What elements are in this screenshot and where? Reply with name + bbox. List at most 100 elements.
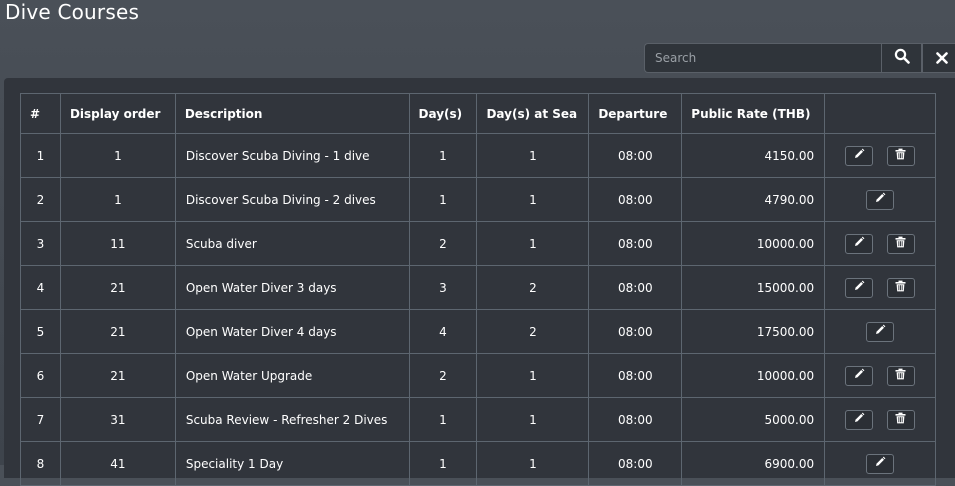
cell-display-order: 21 — [59, 353, 176, 398]
table-row[interactable]: 8 41 Speciality 1 Day 1 1 08:00 6900.00 — [20, 441, 936, 486]
cell-display-order: 41 — [59, 441, 176, 486]
table-row[interactable]: 6 21 Open Water Upgrade 2 1 08:00 10000.… — [20, 353, 936, 398]
cell-description: Open Water Diver 4 days — [174, 309, 410, 354]
edit-button[interactable] — [845, 277, 874, 298]
trash-icon — [895, 412, 906, 427]
pencil-icon — [874, 456, 886, 471]
pencil-icon — [853, 236, 865, 251]
cell-number: 8 — [20, 441, 61, 486]
cell-number: 7 — [20, 397, 61, 442]
pencil-icon — [853, 368, 865, 383]
cell-departure: 08:00 — [588, 177, 683, 222]
cell-actions — [824, 309, 936, 354]
cell-public-rate: 15000.00 — [681, 265, 826, 310]
page-title: Dive Courses — [5, 0, 140, 24]
cell-number: 5 — [20, 309, 61, 354]
cell-public-rate: 6900.00 — [681, 441, 826, 486]
cell-number: 4 — [20, 265, 61, 310]
column-header-display-order[interactable]: Display order — [59, 93, 176, 134]
delete-button[interactable] — [886, 145, 915, 166]
edit-button[interactable] — [845, 365, 874, 386]
search-bar — [644, 43, 955, 73]
table-row[interactable]: 3 11 Scuba diver 2 1 08:00 10000.00 — [20, 221, 936, 266]
cell-number: 1 — [20, 133, 61, 178]
table-row[interactable]: 2 1 Discover Scuba Diving - 2 dives 1 1 … — [20, 177, 936, 222]
cell-display-order: 1 — [59, 177, 176, 222]
close-icon — [936, 49, 948, 68]
cell-description: Scuba diver — [174, 221, 410, 266]
cell-actions — [824, 177, 936, 222]
column-header-description[interactable]: Description — [174, 93, 410, 134]
cell-departure: 08:00 — [588, 265, 683, 310]
cell-departure: 08:00 — [588, 133, 683, 178]
cell-number: 3 — [20, 221, 61, 266]
cell-display-order: 11 — [59, 221, 176, 266]
column-header-days-at-sea[interactable]: Day(s) at Sea — [476, 93, 590, 134]
cell-days: 2 — [408, 221, 478, 266]
cell-days: 2 — [408, 353, 478, 398]
clear-search-button[interactable] — [922, 43, 955, 73]
column-header-number[interactable]: # — [20, 93, 61, 134]
cell-days-at-sea: 1 — [476, 353, 590, 398]
cell-days: 1 — [408, 133, 478, 178]
cell-public-rate: 5000.00 — [681, 397, 826, 442]
table-header-row: # Display order Description Day(s) Day(s… — [20, 93, 936, 134]
table-body: 1 1 Discover Scuba Diving - 1 dive 1 1 0… — [20, 133, 936, 486]
cell-days-at-sea: 2 — [476, 265, 590, 310]
cell-departure: 08:00 — [588, 397, 683, 442]
cell-departure: 08:00 — [588, 221, 683, 266]
cell-actions — [824, 397, 936, 442]
pencil-icon — [853, 412, 865, 427]
cell-actions — [824, 353, 936, 398]
cell-days-at-sea: 1 — [476, 397, 590, 442]
table-row[interactable]: 4 21 Open Water Diver 3 days 3 2 08:00 1… — [20, 265, 936, 310]
pencil-icon — [874, 324, 886, 339]
edit-button[interactable] — [866, 189, 895, 210]
cell-departure: 08:00 — [588, 441, 683, 486]
delete-button[interactable] — [886, 233, 915, 254]
search-input[interactable] — [644, 43, 881, 73]
search-icon — [894, 48, 910, 68]
cell-display-order: 31 — [59, 397, 176, 442]
edit-button[interactable] — [845, 233, 874, 254]
cell-description: Speciality 1 Day — [174, 441, 410, 486]
delete-button[interactable] — [886, 365, 915, 386]
cell-description: Open Water Diver 3 days — [174, 265, 410, 310]
cell-display-order: 21 — [59, 309, 176, 354]
cell-display-order: 1 — [59, 133, 176, 178]
cell-public-rate: 10000.00 — [681, 353, 826, 398]
pencil-icon — [874, 192, 886, 207]
cell-departure: 08:00 — [588, 309, 683, 354]
cell-number: 2 — [20, 177, 61, 222]
cell-days-at-sea: 1 — [476, 177, 590, 222]
cell-actions — [824, 265, 936, 310]
cell-days-at-sea: 1 — [476, 133, 590, 178]
edit-button[interactable] — [866, 453, 895, 474]
column-header-actions — [824, 93, 936, 134]
edit-button[interactable] — [845, 145, 874, 166]
table-row[interactable]: 5 21 Open Water Diver 4 days 4 2 08:00 1… — [20, 309, 936, 354]
search-button[interactable] — [881, 43, 922, 73]
cell-description: Discover Scuba Diving - 1 dive — [174, 133, 410, 178]
column-header-public-rate[interactable]: Public Rate (THB) — [681, 93, 826, 134]
table-row[interactable]: 7 31 Scuba Review - Refresher 2 Dives 1 … — [20, 397, 936, 442]
edit-button[interactable] — [866, 321, 895, 342]
cell-public-rate: 4790.00 — [681, 177, 826, 222]
cell-days: 1 — [408, 397, 478, 442]
trash-icon — [895, 368, 906, 383]
delete-button[interactable] — [886, 277, 915, 298]
table-row[interactable]: 1 1 Discover Scuba Diving - 1 dive 1 1 0… — [20, 133, 936, 178]
cell-public-rate: 4150.00 — [681, 133, 826, 178]
cell-display-order: 21 — [59, 265, 176, 310]
cell-days: 4 — [408, 309, 478, 354]
delete-button[interactable] — [886, 409, 915, 430]
pencil-icon — [853, 280, 865, 295]
cell-days-at-sea: 2 — [476, 309, 590, 354]
cell-description: Scuba Review - Refresher 2 Dives — [174, 397, 410, 442]
cell-public-rate: 10000.00 — [681, 221, 826, 266]
cell-actions — [824, 441, 936, 486]
column-header-days[interactable]: Day(s) — [408, 93, 478, 134]
column-header-departure[interactable]: Departure — [588, 93, 683, 134]
trash-icon — [895, 280, 906, 295]
edit-button[interactable] — [845, 409, 874, 430]
